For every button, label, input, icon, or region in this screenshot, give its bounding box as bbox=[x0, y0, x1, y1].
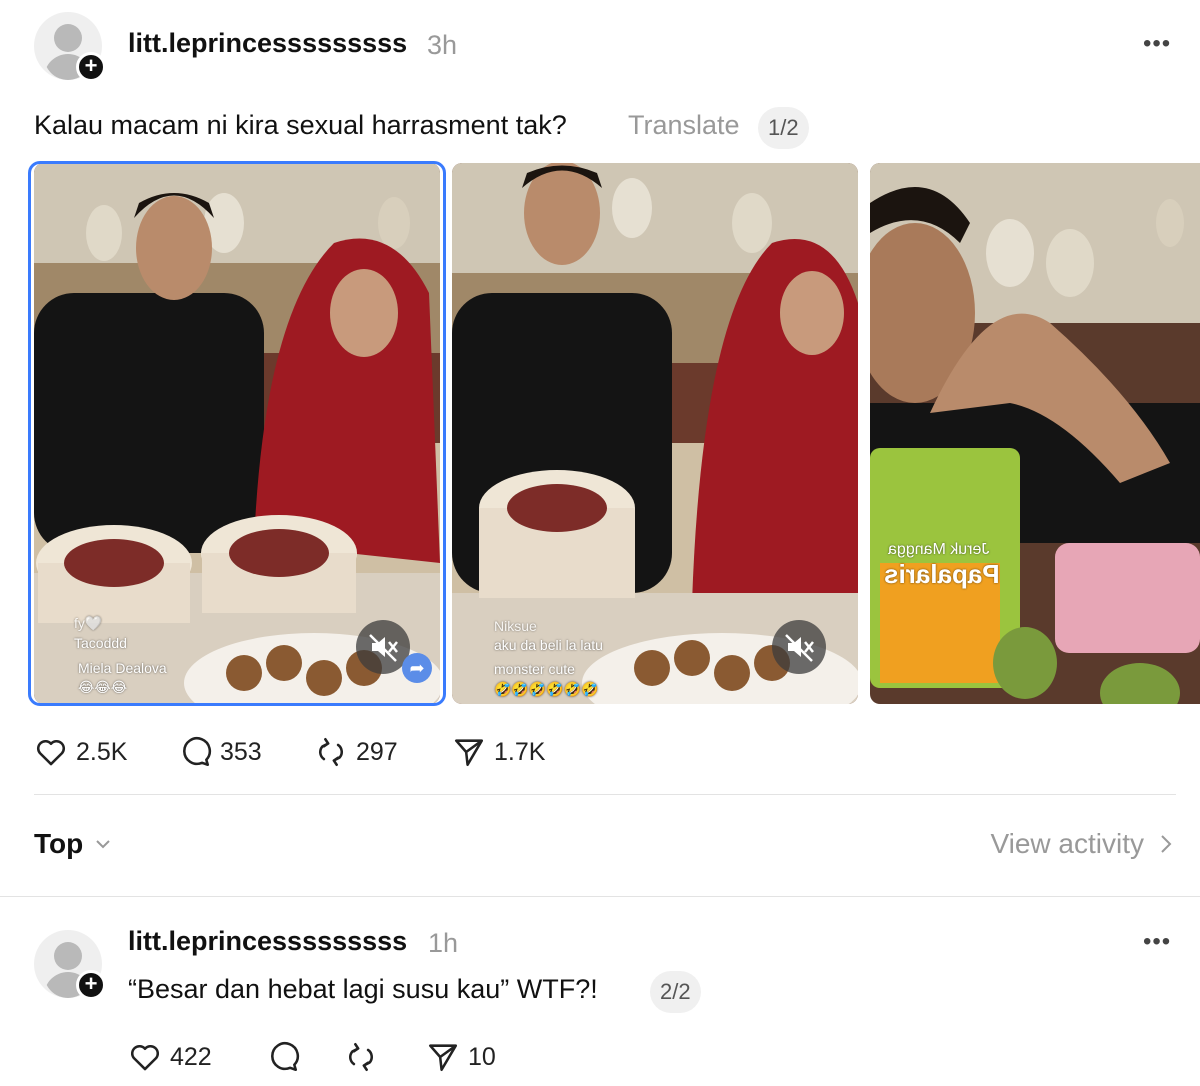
live-comment-name: Miela Dealova bbox=[78, 660, 167, 676]
live-comment-text: 😂😂😂 bbox=[78, 679, 128, 695]
live-comment-name: fy🤍 bbox=[74, 615, 103, 631]
translate-link[interactable]: Translate bbox=[628, 110, 740, 141]
repost-button[interactable]: 297 bbox=[314, 735, 398, 769]
comment-bubble-icon bbox=[183, 737, 212, 767]
chevron-down-icon bbox=[96, 840, 110, 849]
post-media-2[interactable]: Niksue aku da beli la latu monster cute … bbox=[452, 163, 858, 704]
post-media-1[interactable]: fy🤍 Tacoddd Miela Dealova 😂😂😂 ➦ bbox=[34, 163, 440, 704]
live-comment-text: Tacoddd bbox=[74, 635, 127, 651]
reply-timestamp: 1h bbox=[428, 928, 459, 958]
sort-label: Top bbox=[34, 828, 84, 859]
live-comment-text: aku da beli la latu bbox=[494, 637, 603, 653]
view-activity-label: View activity bbox=[990, 828, 1144, 859]
reply-like-button[interactable]: 422 bbox=[128, 1040, 212, 1074]
reply-comment-button[interactable] bbox=[266, 1040, 300, 1074]
heart-icon bbox=[131, 1044, 159, 1071]
share-button[interactable]: 1.7K bbox=[452, 735, 545, 769]
reply-page-indicator: 2/2 bbox=[650, 971, 701, 1013]
divider bbox=[34, 794, 1176, 795]
post-author-avatar[interactable]: + bbox=[34, 12, 106, 82]
comment-count: 353 bbox=[220, 737, 262, 766]
reply-text: “Besar dan hebat lagi susu kau” WTF?! bbox=[128, 974, 598, 1004]
reply-author-avatar[interactable]: + bbox=[34, 930, 106, 1000]
reply-like-count: 422 bbox=[170, 1042, 212, 1071]
post-text: Kalau macam ni kira sexual harrasment ta… bbox=[34, 110, 567, 140]
speaker-muted-icon bbox=[785, 634, 814, 662]
share-count: 1.7K bbox=[494, 737, 546, 766]
like-count: 2.5K bbox=[76, 737, 128, 766]
follow-plus-icon[interactable]: + bbox=[76, 52, 106, 82]
comment-button[interactable]: 353 bbox=[178, 735, 262, 769]
like-button[interactable]: 2.5K bbox=[34, 735, 127, 769]
reply-share-button[interactable]: 10 bbox=[426, 1040, 496, 1074]
share-arrow-icon: ➦ bbox=[402, 653, 432, 683]
send-icon bbox=[454, 739, 484, 767]
package-name-text: Papalaris bbox=[884, 559, 1000, 589]
sort-dropdown[interactable]: Top bbox=[34, 828, 113, 860]
reply-more-options-icon[interactable]: ••• bbox=[1143, 928, 1171, 956]
heart-icon bbox=[37, 739, 65, 766]
reply-repost-button[interactable] bbox=[344, 1040, 378, 1074]
repost-count: 297 bbox=[356, 737, 398, 766]
mute-button[interactable] bbox=[772, 620, 826, 674]
post-media-3[interactable]: Jeruk Mangga Papalaris bbox=[870, 163, 1200, 704]
post-more-options-icon[interactable]: ••• bbox=[1143, 30, 1171, 58]
post-page-indicator: 1/2 bbox=[758, 107, 809, 149]
repost-icon bbox=[319, 737, 343, 767]
live-comment-name: monster cute bbox=[494, 661, 575, 677]
follow-plus-icon[interactable]: + bbox=[76, 970, 106, 1000]
post-timestamp: 3h bbox=[427, 30, 458, 60]
package-brand-text: Jeruk Mangga bbox=[888, 541, 990, 558]
live-comment-name: Niksue bbox=[494, 618, 537, 634]
chevron-right-icon bbox=[1161, 835, 1172, 853]
send-icon bbox=[428, 1044, 458, 1072]
post-author-username[interactable]: litt.leprincesssssssss bbox=[128, 28, 407, 59]
view-activity-link[interactable]: View activity bbox=[990, 828, 1174, 860]
reply-share-count: 10 bbox=[468, 1042, 496, 1071]
divider bbox=[0, 896, 1200, 897]
repost-icon bbox=[349, 1042, 373, 1072]
comment-bubble-icon bbox=[271, 1042, 300, 1072]
reply-author-username[interactable]: litt.leprincesssssssss bbox=[128, 926, 407, 957]
live-comment-text: 🤣🤣🤣🤣🤣🤣 bbox=[494, 681, 599, 697]
